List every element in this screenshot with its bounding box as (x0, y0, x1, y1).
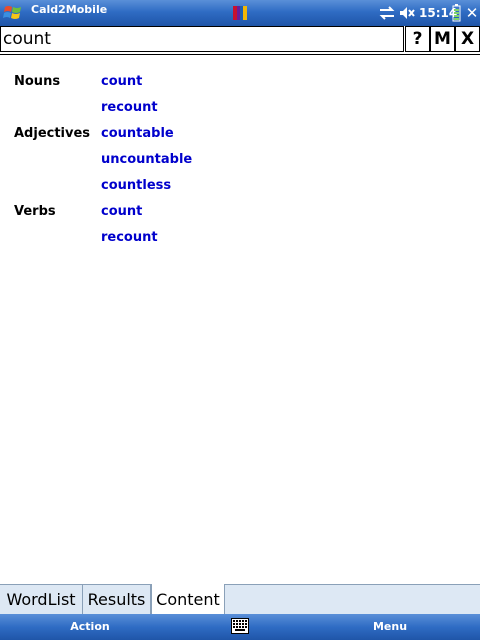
windows-start-icon[interactable] (3, 3, 23, 23)
battery-icon[interactable] (452, 4, 461, 22)
search-input[interactable] (0, 26, 404, 52)
tab-wordlist[interactable]: WordList (0, 585, 83, 614)
volume-muted-icon[interactable] (398, 3, 416, 23)
action-softkey[interactable]: Action (40, 614, 140, 640)
tab-content[interactable]: Content (151, 584, 225, 615)
word-link[interactable]: count (101, 204, 142, 219)
help-button[interactable]: ? (405, 26, 430, 52)
clear-button[interactable]: X (455, 26, 480, 52)
word-link[interactable]: countless (101, 178, 171, 193)
softkey-bar: Action Menu (0, 614, 480, 640)
close-icon[interactable]: ✕ (464, 3, 480, 23)
word-link[interactable]: recount (101, 230, 158, 245)
pos-label-verbs: Verbs (14, 204, 56, 219)
connectivity-icon[interactable] (378, 3, 396, 23)
word-link[interactable]: count (101, 74, 142, 89)
word-link[interactable]: recount (101, 100, 158, 115)
pos-label-adjectives: Adjectives (14, 126, 91, 141)
title-bar: Cald2Mobile 15:14 ✕ (0, 0, 480, 26)
menu-softkey[interactable]: Menu (340, 614, 440, 640)
tab-bar: WordList Results Content (0, 584, 480, 615)
app-title: Cald2Mobile (31, 3, 108, 16)
tab-results[interactable]: Results (83, 585, 151, 614)
dictionary-app-icon (233, 6, 247, 20)
word-link[interactable]: countable (101, 126, 174, 141)
content-pane: Nouns count recount Adjectives countable… (0, 56, 480, 584)
word-link[interactable]: uncountable (101, 152, 192, 167)
search-bar: ? M X (0, 26, 480, 55)
keyboard-icon[interactable] (231, 618, 249, 634)
m-button[interactable]: M (430, 26, 455, 52)
pos-label-nouns: Nouns (14, 74, 61, 89)
